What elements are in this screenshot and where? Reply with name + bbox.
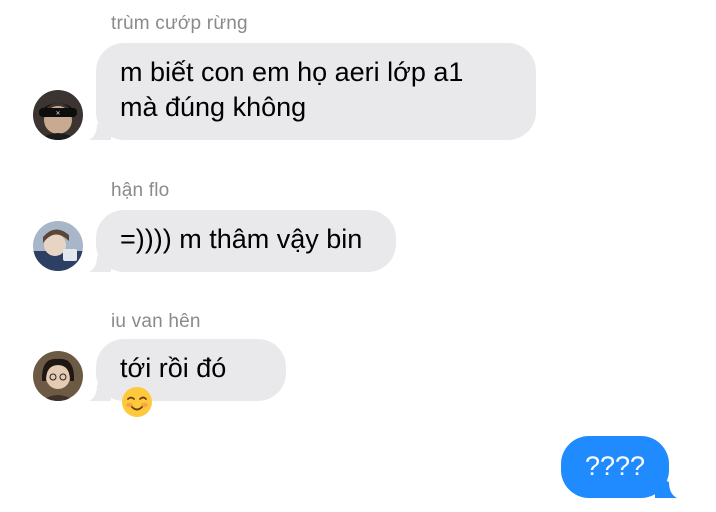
outgoing-message-text: ???? — [585, 451, 646, 481]
avatar[interactable] — [33, 221, 83, 271]
avatar-black-cap-icon: ✕ — [33, 90, 83, 140]
message-text: tới rồi đó — [120, 353, 227, 383]
avatar[interactable]: ✕ — [33, 90, 83, 140]
avatar[interactable] — [33, 351, 83, 401]
message-bubble[interactable]: =)))) m thâm vậy bin — [89, 210, 396, 272]
sender-name: hận flo — [111, 180, 170, 201]
message-bubble[interactable]: m biết con em họ aeri lớp a1 mà đúng khô… — [89, 43, 536, 140]
smiling-blush-emoji-icon — [122, 387, 152, 417]
bubble-tail — [655, 476, 677, 498]
chat-thread: trùm cướp rừng ✕ m biết con em họ aeri l… — [0, 0, 716, 512]
sender-name: trùm cướp rừng — [111, 13, 248, 34]
message-bubble[interactable]: tới rồi đó — [89, 339, 286, 417]
message-text: =)))) m thâm vậy bin — [120, 224, 363, 254]
avatar-photo-blue-icon — [33, 221, 83, 271]
outgoing-message-bubble[interactable]: ???? — [561, 436, 677, 498]
bubble-tail — [89, 250, 111, 272]
avatar-photo-girl-icon — [33, 351, 83, 401]
message-text: m biết con em họ aeri lớp a1 mà đúng khô… — [120, 57, 464, 122]
bubble-tail — [89, 379, 111, 401]
sender-name: iu van hên — [111, 311, 201, 332]
bubble-tail — [89, 118, 111, 140]
svg-text:✕: ✕ — [55, 110, 60, 117]
